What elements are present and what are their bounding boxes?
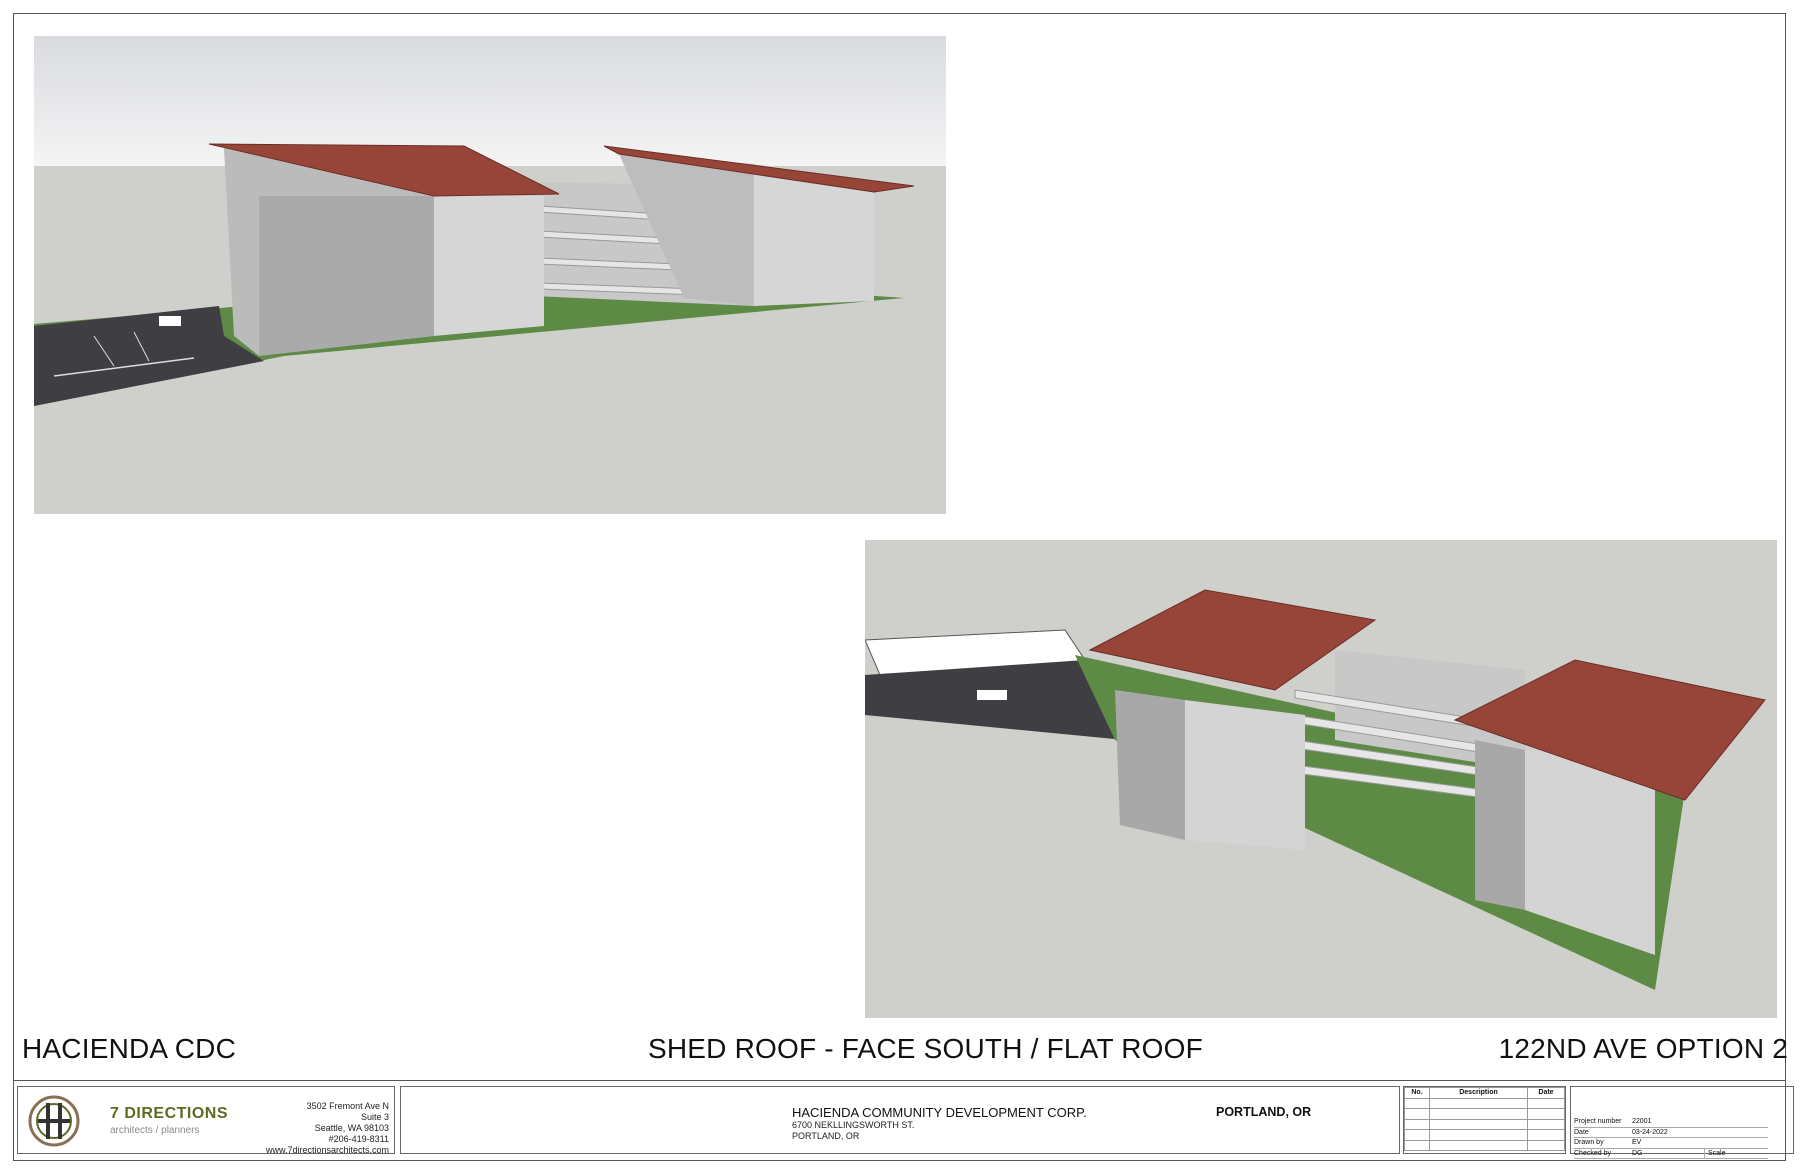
client-city: PORTLAND, OR — [792, 1131, 860, 1141]
rendering-flat-roof-view — [865, 540, 1777, 1018]
project-info-block: Project number 22001 Date 03-24-2022 Dra… — [1570, 1086, 1794, 1160]
firm-address: 3502 Fremont Ave N Suite 3 Seattle, WA 9… — [266, 1101, 389, 1156]
project-date-row: Date 03-24-2022 — [1574, 1128, 1768, 1139]
drawn-by-value: EV — [1632, 1139, 1642, 1147]
firm-address-line: 3502 Fremont Ave N — [306, 1101, 389, 1111]
firm-address-line: Suite 3 — [360, 1112, 389, 1122]
firm-address-line: Seattle, WA 98103 — [314, 1123, 389, 1133]
option-title: 122ND AVE OPTION 2 — [1498, 1033, 1788, 1064]
firm-name: 7 DIRECTIONS — [110, 1105, 229, 1122]
rev-header-no: No. — [1404, 1087, 1430, 1099]
project-location: PORTLAND, OR — [1216, 1105, 1312, 1119]
title-divider — [13, 1080, 1786, 1081]
firm-block: 7 DIRECTIONS architects / planners 3502 … — [17, 1086, 395, 1156]
client-name: HACIENDA COMMUNITY DEVELOPMENT CORP. — [792, 1105, 1087, 1120]
client-block: HACIENDA COMMUNITY DEVELOPMENT CORP. 670… — [400, 1086, 1400, 1154]
checked-by-row: Checked by DG Scale — [1574, 1148, 1768, 1160]
rev-header-date: Date — [1527, 1087, 1565, 1099]
drawn-by-label: Drawn by — [1574, 1139, 1604, 1147]
sheet-title: SHED ROOF - FACE SOUTH / FLAT ROOF — [648, 1033, 1203, 1064]
firm-website: www.7directionsarchitects.com — [265, 1145, 389, 1155]
project-client-title: HACIENDA CDC — [22, 1033, 236, 1064]
rev-header-description: Description — [1429, 1087, 1528, 1099]
revisions-table: No. Description Date — [1403, 1086, 1566, 1154]
firm-logo-icon — [28, 1095, 80, 1147]
project-number-label: Project number — [1574, 1118, 1622, 1125]
rendering-shed-roof-view — [34, 36, 946, 514]
checked-by-value: DG — [1632, 1149, 1643, 1157]
scale-label: Scale — [1704, 1148, 1768, 1159]
project-date-label: Date — [1574, 1128, 1589, 1136]
drawn-by-row: Drawn by EV — [1574, 1138, 1768, 1149]
firm-phone: #206-419-8311 — [328, 1134, 389, 1144]
project-number-value: 22001 — [1632, 1118, 1652, 1125]
checked-by-label: Checked by — [1574, 1149, 1611, 1157]
firm-tagline: architects / planners — [110, 1125, 200, 1136]
project-date-value: 03-24-2022 — [1632, 1128, 1668, 1136]
client-street: 6700 NEKLLINGSWORTH ST. — [792, 1120, 915, 1130]
project-number-row: Project number 22001 — [1574, 1117, 1768, 1128]
